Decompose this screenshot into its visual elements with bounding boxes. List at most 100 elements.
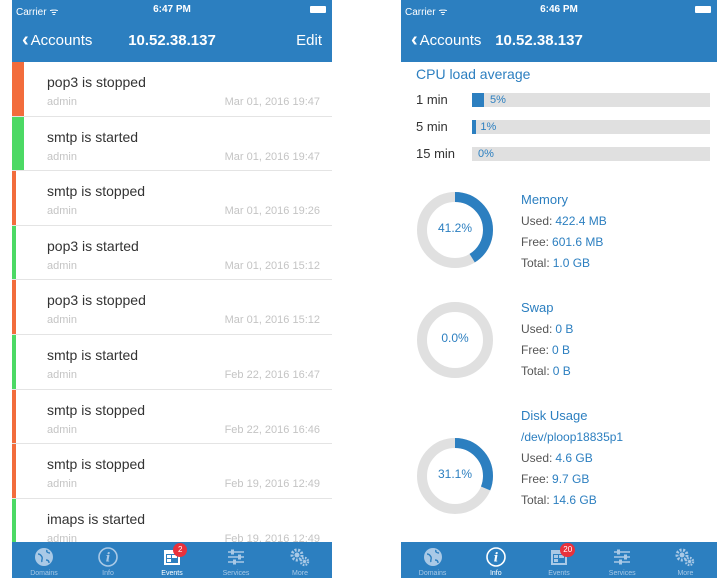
notification-badge: 20 <box>560 543 576 557</box>
status-stripe <box>12 334 16 389</box>
list-item[interactable]: pop3 is started admin Mar 01, 2016 15:12 <box>12 225 332 281</box>
nav-bar: ‹ Accounts 10.52.38.137 Edit <box>12 20 332 62</box>
memory-stats: Memory Used: 422.4 MB Free: 601.6 MB Total… <box>521 192 607 274</box>
tab-label: Events <box>548 570 570 577</box>
tab-events[interactable]: Events 2 <box>140 542 204 578</box>
tab-bar: Domains i Info Events 20 Services More <box>401 542 717 578</box>
list-item[interactable]: pop3 is stopped admin Mar 01, 2016 19:47 <box>12 62 332 117</box>
tab-domains[interactable]: Domains <box>12 542 76 578</box>
event-user: admin <box>47 368 77 381</box>
memory-total-label: Total: <box>521 256 550 270</box>
event-title: pop3 is started <box>47 237 139 254</box>
event-date: Feb 22, 2016 16:47 <box>224 368 320 381</box>
tab-info[interactable]: i Info <box>464 542 527 578</box>
swap-total: 0 B <box>552 364 571 378</box>
event-user: admin <box>47 314 77 327</box>
cpu-bar-fill <box>472 120 476 134</box>
event-title: imaps is started <box>47 510 146 527</box>
status-stripe <box>12 62 24 116</box>
cpu-row-value: 0% <box>478 148 494 160</box>
tab-events[interactable]: Events 20 <box>527 542 590 578</box>
tab-label: Services <box>608 570 636 577</box>
event-title: smtp is stopped <box>47 456 146 473</box>
cpu-bar-track: 0% <box>472 147 710 161</box>
info-screen: Carrier ᯤ 6:46 PM ‹ Accounts 10.52.38.13… <box>401 0 717 578</box>
memory-free-label: Free: <box>521 235 550 249</box>
status-stripe <box>12 389 16 444</box>
disk-free: 9.7 GB <box>552 472 590 486</box>
clock: 6:46 PM <box>540 4 578 15</box>
list-item[interactable]: smtp is stopped admin Feb 19, 2016 12:49 <box>12 444 332 499</box>
cpu-bar-track: 1% <box>472 120 710 134</box>
disk-percent: 31.1% <box>437 467 473 481</box>
tab-label: More <box>677 570 694 577</box>
event-title: smtp is started <box>47 346 139 363</box>
list-item[interactable]: smtp is stopped admin Feb 22, 2016 16:46 <box>12 389 332 445</box>
edit-button[interactable]: Edit <box>296 32 322 49</box>
cpu-row-label: 1 min <box>416 92 448 107</box>
tab-label: Domains <box>30 570 58 577</box>
tab-services[interactable]: Services <box>591 542 654 578</box>
sliders-icon <box>225 546 247 568</box>
event-title: pop3 is stopped <box>47 292 146 309</box>
tab-info[interactable]: i Info <box>76 542 140 578</box>
disk-title: Disk Usage <box>521 408 588 423</box>
memory-title: Memory <box>521 192 568 207</box>
battery-icon <box>310 6 326 13</box>
event-user: admin <box>47 259 77 272</box>
memory-percent: 41.2% <box>437 221 473 235</box>
page-title: 10.52.38.137 <box>495 32 583 49</box>
memory-gauge: 41.2% <box>415 190 495 270</box>
list-item[interactable]: smtp is started admin Feb 22, 2016 16:47 <box>12 334 332 390</box>
event-date: Mar 01, 2016 15:12 <box>224 259 320 272</box>
memory-total: 1.0 GB <box>552 256 591 270</box>
disk-device: /dev/ploop18835p1 <box>521 430 624 444</box>
tab-label: Services <box>222 570 250 577</box>
cpu-row: 1 min 5% <box>416 92 710 108</box>
tab-domains[interactable]: Domains <box>401 542 464 578</box>
swap-free-label: Free: <box>521 343 550 357</box>
event-title: smtp is stopped <box>47 401 146 418</box>
event-title: pop3 is stopped <box>47 74 146 90</box>
list-item[interactable]: smtp is started admin Mar 01, 2016 19:47 <box>12 116 332 172</box>
globe-icon <box>422 546 444 568</box>
tab-label: More <box>292 570 308 577</box>
tab-label: Events <box>161 570 183 577</box>
page-title: 10.52.38.137 <box>128 32 216 49</box>
list-item[interactable]: smtp is stopped admin Mar 01, 2016 19:26 <box>12 171 332 226</box>
clock: 6:47 PM <box>153 4 191 15</box>
globe-icon <box>33 546 55 568</box>
event-user: admin <box>47 478 77 491</box>
event-user: admin <box>47 205 77 218</box>
tab-label: Domains <box>418 570 447 577</box>
info-icon: i <box>485 546 507 568</box>
swap-stats: Swap Used: 0 B Free: 0 B Total: 0 B <box>521 300 573 382</box>
disk-used-label: Used: <box>521 451 553 465</box>
tab-more[interactable]: More <box>268 542 332 578</box>
event-user: admin <box>47 423 77 436</box>
status-stripe <box>12 116 24 171</box>
status-stripe <box>12 444 16 498</box>
event-date: Feb 19, 2016 12:49 <box>224 478 320 491</box>
event-date: Mar 01, 2016 19:47 <box>224 96 320 108</box>
status-bar: Carrier ᯤ 6:46 PM <box>401 0 717 20</box>
disk-gauge: 31.1% <box>415 436 495 516</box>
gears-icon <box>289 546 311 568</box>
swap-used: 0 B <box>555 322 574 336</box>
svg-text:i: i <box>494 551 499 565</box>
cpu-row-label: 5 min <box>416 119 448 134</box>
status-stripe <box>12 171 16 225</box>
cpu-bar-fill <box>472 93 484 107</box>
swap-title: Swap <box>521 300 554 315</box>
tab-more[interactable]: More <box>654 542 717 578</box>
battery-icon <box>695 6 711 13</box>
status-stripe <box>12 280 16 334</box>
event-title: smtp is started <box>47 128 139 145</box>
disk-free-label: Free: <box>521 472 550 486</box>
cpu-bar-track: 5% <box>472 93 710 107</box>
list-item[interactable]: pop3 is stopped admin Mar 01, 2016 15:12 <box>12 280 332 335</box>
swap-free: 0 B <box>552 343 571 357</box>
memory-used: 422.4 MB <box>555 214 607 228</box>
cpu-row: 15 min 0% <box>416 146 710 162</box>
tab-services[interactable]: Services <box>204 542 268 578</box>
